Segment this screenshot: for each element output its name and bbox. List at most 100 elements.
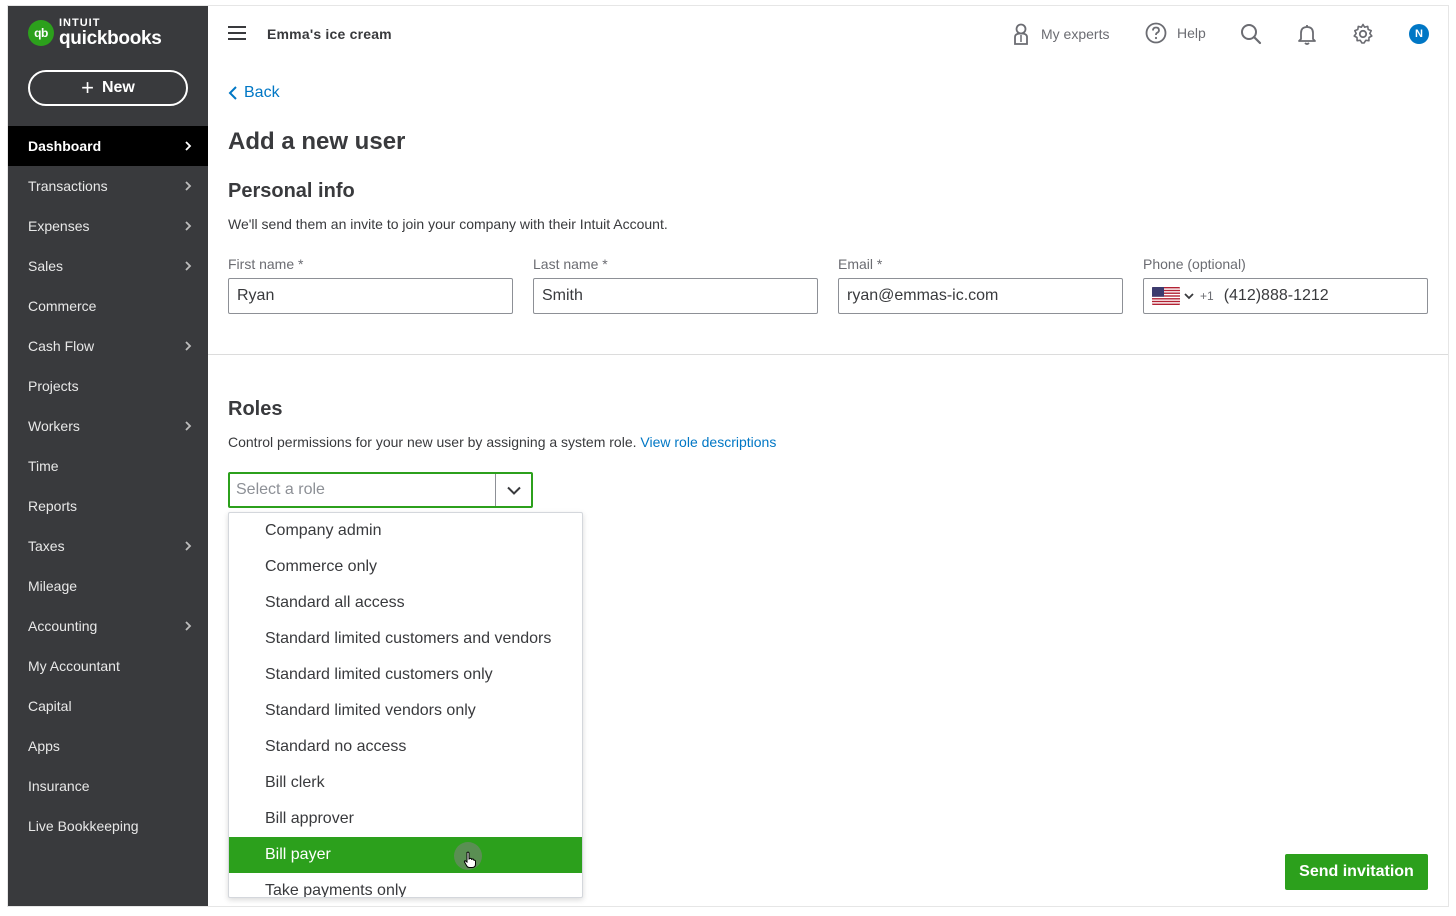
send-invitation-button[interactable]: Send invitation [1285,854,1428,890]
sidebar-item-label: Time [28,458,59,474]
sidebar-nav: Dashboard Transactions Expenses Sales Commer… [8,126,208,846]
chevron-right-icon [185,221,192,231]
email-label: Email * [838,256,883,272]
role-select-placeholder: Select a role [236,481,325,498]
my-experts-button[interactable]: My experts [1011,22,1109,46]
sidebar-item-expenses[interactable]: Expenses [8,206,208,246]
sidebar-item-label: Commerce [28,298,97,314]
sidebar-item-my-accountant[interactable]: My Accountant [8,646,208,686]
email-field[interactable] [838,278,1123,314]
chevron-down-icon [506,486,521,495]
sidebar-item-workers[interactable]: Workers [8,406,208,446]
role-select[interactable]: Select a role [228,472,533,508]
sidebar-item-live-bookkeeping[interactable]: Live Bookkeeping [8,806,208,846]
sidebar-item-dashboard[interactable]: Dashboard [8,126,208,166]
gear-icon[interactable] [1351,22,1375,46]
help-icon [1145,22,1167,44]
section-divider [208,354,1448,355]
personal-info-heading: Personal info [228,180,355,202]
sidebar-item-label: Live Bookkeeping [28,818,139,834]
search-icon[interactable] [1239,22,1263,46]
role-option-label: Bill clerk [265,774,325,791]
role-option-label: Commerce only [265,558,378,575]
quickbooks-logo[interactable]: qb INTUIT quickbooks [28,18,162,48]
sidebar-item-time[interactable]: Time [8,446,208,486]
role-option-standard-no-access[interactable]: Standard no access [229,729,582,765]
role-option-bill-payer[interactable]: Bill payer [229,837,582,873]
sidebar-item-label: Mileage [28,578,78,594]
roles-description: Control permissions for your new user by… [228,434,776,450]
logo-brand-text: quickbooks [59,28,162,49]
sidebar-item-label: My Accountant [28,658,120,674]
sidebar-item-apps[interactable]: Apps [8,726,208,766]
sidebar-item-label: Expenses [28,218,90,234]
sidebar-item-taxes[interactable]: Taxes [8,526,208,566]
sidebar-item-projects[interactable]: Projects [8,366,208,406]
role-option-company-admin[interactable]: Company admin [229,513,582,549]
back-link[interactable]: Back [228,84,280,102]
us-flag-icon[interactable] [1152,287,1180,305]
new-button-label: New [101,79,135,96]
chevron-right-icon [185,181,192,191]
sidebar-item-reports[interactable]: Reports [8,486,208,526]
first-name-label: First name * [228,256,304,272]
role-select-toggle[interactable] [495,474,531,506]
role-option-label: Standard limited customers and vendors [265,630,552,647]
phone-field[interactable]: +1 (412)888-1212 [1143,278,1428,314]
phone-label: Phone (optional) [1143,256,1246,272]
sidebar-item-label: Sales [28,258,64,274]
sidebar-item-label: Apps [28,738,60,754]
experts-icon [1014,23,1028,45]
chevron-right-icon [185,421,192,431]
menu-icon[interactable] [228,26,246,40]
last-name-field[interactable] [533,278,818,314]
first-name-field[interactable] [228,278,513,314]
role-option-standard-limited-vendors-only[interactable]: Standard limited vendors only [229,693,582,729]
roles-heading: Roles [228,398,283,420]
role-option-bill-approver[interactable]: Bill approver [229,801,582,837]
role-option-standard-limited-customers-and-vendors[interactable]: Standard limited customers and vendors [229,621,582,657]
bell-icon[interactable] [1295,22,1319,46]
role-option-bill-clerk[interactable]: Bill clerk [229,765,582,801]
sidebar-item-label: Accounting [28,618,98,634]
company-name: Emma's ice cream [267,26,392,42]
role-option-commerce-only[interactable]: Commerce only [229,549,582,585]
view-role-descriptions-link[interactable]: View role descriptions [640,434,776,450]
sidebar-item-label: Taxes [28,538,65,554]
role-dropdown-list: Company admin Commerce only Standard all a… [228,512,583,898]
chevron-left-icon [228,86,237,100]
role-option-standard-all-access[interactable]: Standard all access [229,585,582,621]
role-option-label: Standard no access [265,738,407,755]
sidebar-item-accounting[interactable]: Accounting [8,606,208,646]
new-button[interactable]: + New [28,70,188,106]
page-title: Add a new user [228,128,406,155]
sidebar-item-insurance[interactable]: Insurance [8,766,208,806]
top-bar: Emma's ice cream My experts Help N [208,6,1448,62]
chevron-right-icon [185,621,192,631]
sidebar-item-commerce[interactable]: Commerce [8,286,208,326]
hand-pointer-icon [463,851,476,868]
sidebar-item-capital[interactable]: Capital [8,686,208,726]
roles-description-text: Control permissions for your new user by… [228,434,637,450]
sidebar-item-transactions[interactable]: Transactions [8,166,208,206]
sidebar-item-label: Projects [28,378,79,394]
chevron-right-icon [185,141,192,151]
role-option-label: Bill approver [265,810,354,827]
role-option-standard-limited-customers-only[interactable]: Standard limited customers only [229,657,582,693]
country-code: +1 [1200,289,1214,303]
chevron-right-icon [185,541,192,551]
role-option-label: Take payments only [265,882,407,898]
avatar[interactable]: N [1409,24,1429,44]
back-label: Back [244,84,280,101]
role-option-label: Standard limited vendors only [265,702,476,719]
qb-logo-icon: qb [28,20,54,46]
sidebar-item-cash-flow[interactable]: Cash Flow [8,326,208,366]
role-option-take-payments-only[interactable]: Take payments only [229,873,582,898]
sidebar-item-mileage[interactable]: Mileage [8,566,208,606]
help-label: Help [1177,25,1206,41]
chevron-right-icon [185,341,192,351]
sidebar-item-label: Cash Flow [28,338,95,354]
help-button[interactable]: Help [1145,22,1206,44]
sidebar-item-sales[interactable]: Sales [8,246,208,286]
chevron-down-icon[interactable] [1184,292,1194,300]
